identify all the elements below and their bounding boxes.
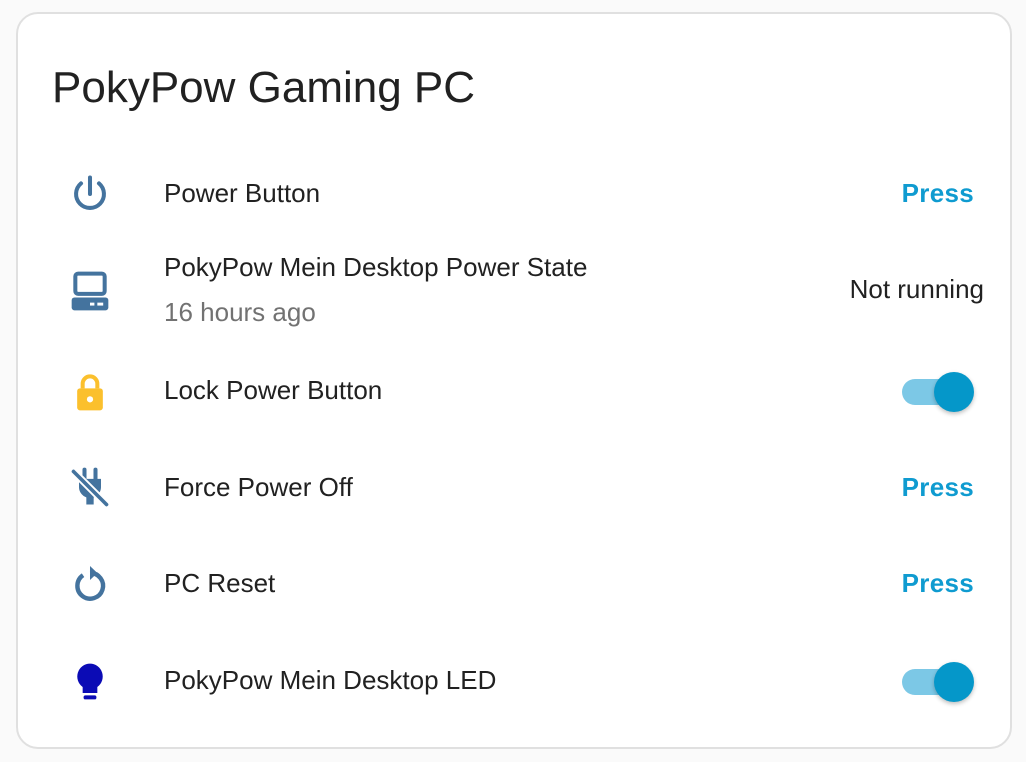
pc-reset-press[interactable]: Press xyxy=(902,566,974,600)
row-secondary-info: 16 hours ago xyxy=(164,297,316,327)
power-plug-off-icon[interactable] xyxy=(68,466,112,510)
row-desktop-led: PokyPow Mein Desktop LED xyxy=(18,660,1014,704)
power-state-value[interactable]: Not running xyxy=(850,272,984,306)
row-lock-power-button: Lock Power Button xyxy=(18,370,1014,414)
toggle-knob xyxy=(934,372,974,412)
power-icon[interactable] xyxy=(68,172,112,216)
force-power-off-press[interactable]: Press xyxy=(902,470,974,504)
lock-power-button-toggle[interactable] xyxy=(902,371,974,413)
toggle-knob xyxy=(934,662,974,702)
row-power-button: Power Button Press xyxy=(18,172,1014,216)
card-title: PokyPow Gaming PC xyxy=(52,63,476,112)
row-label[interactable]: PokyPow Mein Desktop LED xyxy=(164,663,496,697)
row-label[interactable]: Force Power Off xyxy=(164,470,353,504)
power-button-press[interactable]: Press xyxy=(902,176,974,210)
row-label[interactable]: Lock Power Button xyxy=(164,373,382,407)
row-power-state: PokyPow Mein Desktop Power State 16 hour… xyxy=(18,250,1014,334)
row-force-power-off: Force Power Off Press xyxy=(18,466,1014,510)
lightbulb-icon[interactable] xyxy=(68,660,112,704)
row-label[interactable]: PokyPow Mein Desktop Power State xyxy=(164,250,587,284)
restart-icon[interactable] xyxy=(68,562,112,606)
row-pc-reset: PC Reset Press xyxy=(18,562,1014,606)
row-label[interactable]: Power Button xyxy=(164,176,320,210)
entities-card: PokyPow Gaming PC Power Button Press Pok… xyxy=(16,12,1012,749)
row-label[interactable]: PC Reset xyxy=(164,566,275,600)
lock-icon[interactable] xyxy=(68,370,112,414)
desktop-led-toggle[interactable] xyxy=(902,661,974,703)
desktop-tower-icon[interactable] xyxy=(68,270,112,314)
